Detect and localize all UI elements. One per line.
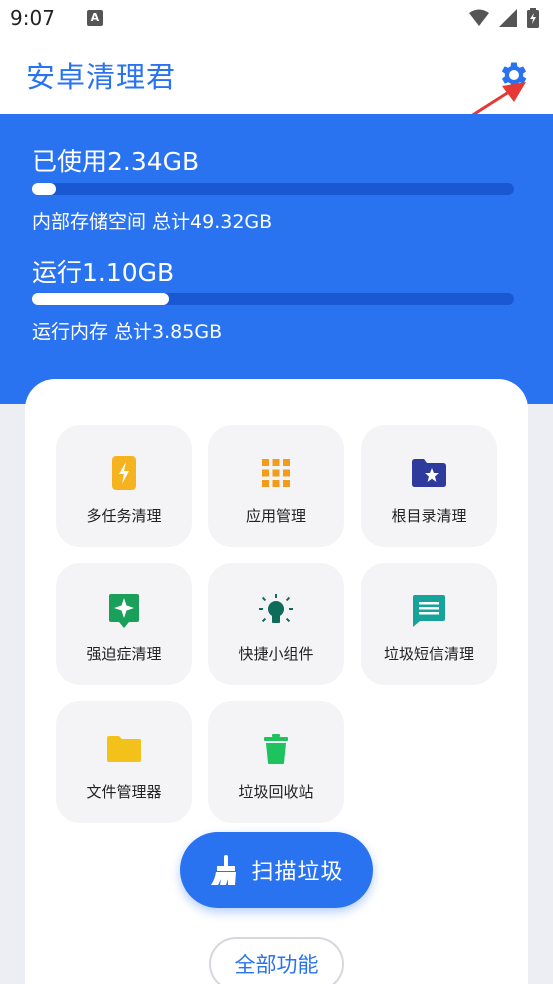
status-time: 9:07 [10,6,55,30]
folder-star-icon [411,455,447,491]
tool-multitask-clean[interactable]: 多任务清理 [56,425,192,547]
notification-icon: A [86,10,103,26]
tool-label: 多任务清理 [86,507,162,525]
tool-app-manager[interactable]: 应用管理 [208,425,344,547]
tool-recycle-bin[interactable]: 垃圾回收站 [208,701,344,823]
tool-label: 应用管理 [245,507,306,525]
wifi-icon [469,9,489,26]
tool-ocd-clean[interactable]: 强迫症清理 [56,563,192,685]
ram-used-label: 运行1.10GB [32,258,175,287]
internal-storage-total: 内部存储空间 总计49.32GB [32,211,273,233]
all-features-button[interactable]: 全部功能 [209,937,344,984]
folder-icon [106,731,142,767]
ram-progress-fill [32,293,170,305]
tool-label: 垃圾回收站 [238,783,314,801]
used-storage-label: 已使用2.34GB [32,147,200,176]
battery-icon [527,8,539,28]
tool-root-dir-clean[interactable]: 根目录清理 [361,425,497,547]
tool-label: 根目录清理 [391,507,467,525]
trash-icon [258,731,294,767]
tool-label: 垃圾短信清理 [383,645,474,663]
storage-progress-bar [32,183,514,195]
light-bulb-icon [258,593,294,629]
storage-summary: 已使用2.34GB 内部存储空间 总计49.32GB 运行1.10GB 运行内存… [0,114,553,404]
tool-label: 快捷小组件 [238,645,314,663]
sparkle-bubble-icon [106,593,142,629]
signal-icon [499,9,517,27]
app-title: 安卓清理君 [26,60,177,94]
tool-label: 文件管理器 [86,783,162,801]
broom-icon [211,855,237,885]
ram-progress-bar [32,293,514,305]
storage-progress-fill [32,183,57,195]
scan-junk-button[interactable]: 扫描垃圾 [180,832,373,908]
tool-label: 强迫症清理 [86,645,162,663]
ram-total: 运行内存 总计3.85GB [32,321,223,343]
app-grid-icon [258,455,294,491]
message-icon [411,593,447,629]
phone-charging-icon [106,455,142,491]
scan-junk-label: 扫描垃圾 [251,860,344,885]
status-bar: 9:07 A [0,0,553,36]
tool-quick-widget[interactable]: 快捷小组件 [208,563,344,685]
tool-file-manager[interactable]: 文件管理器 [56,701,192,823]
tool-spam-sms-clean[interactable]: 垃圾短信清理 [361,563,497,685]
